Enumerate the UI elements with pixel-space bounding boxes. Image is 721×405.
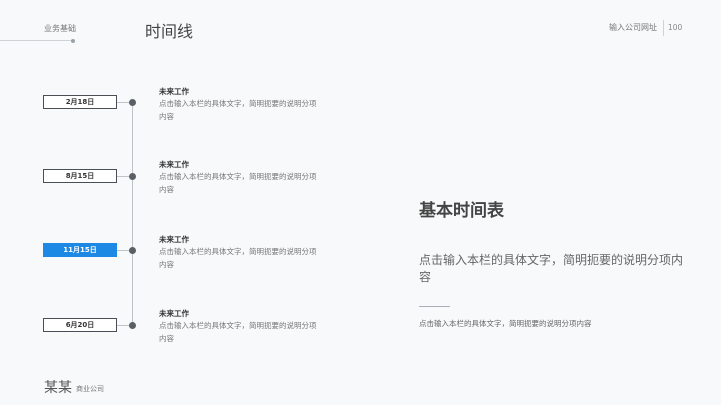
header-divider	[0, 40, 73, 41]
timeline-date-box: 2月18日	[43, 95, 117, 109]
page-number: 100	[668, 23, 683, 32]
timeline-item-title: 未来工作	[159, 309, 189, 318]
timeline-item-description: 点击输入本栏的具体文字，简明扼要的说明分项内容	[159, 247, 317, 269]
summary-sub-description: 点击输入本栏的具体文字，简明扼要的说明分项内容	[419, 319, 592, 328]
timeline-item-title: 未来工作	[159, 160, 189, 169]
section-label: 业务基础	[44, 24, 76, 33]
timeline-date-box: 11月15日	[43, 243, 117, 257]
summary-description: 点击输入本栏的具体文字，简明扼要的说明分项内容	[419, 253, 684, 284]
footer-name: 某某	[44, 380, 72, 396]
summary-heading: 基本时间表	[419, 201, 504, 221]
timeline-item-title: 未来工作	[159, 235, 189, 244]
timeline-date-box: 8月15日	[43, 169, 117, 183]
timeline-dot	[129, 247, 136, 254]
timeline-item-description: 点击输入本栏的具体文字，简明扼要的说明分项内容	[159, 321, 317, 343]
timeline-axis	[132, 102, 133, 326]
header-vertical-divider	[663, 20, 664, 36]
timeline-dot	[129, 173, 136, 180]
header-divider-dot	[71, 38, 75, 43]
company-url: 输入公司网址	[609, 23, 657, 32]
timeline-dot	[129, 322, 136, 329]
timeline-dot	[129, 99, 136, 106]
timeline-date-box: 6月20日	[43, 318, 117, 332]
timeline-item-title: 未来工作	[159, 87, 189, 96]
timeline-item-description: 点击输入本栏的具体文字，简明扼要的说明分项内容	[159, 99, 317, 121]
footer-company: 商业公司	[76, 385, 104, 393]
timeline-item-description: 点击输入本栏的具体文字，简明扼要的说明分项内容	[159, 172, 317, 194]
summary-divider	[419, 306, 450, 307]
page-title: 时间线	[145, 22, 194, 41]
